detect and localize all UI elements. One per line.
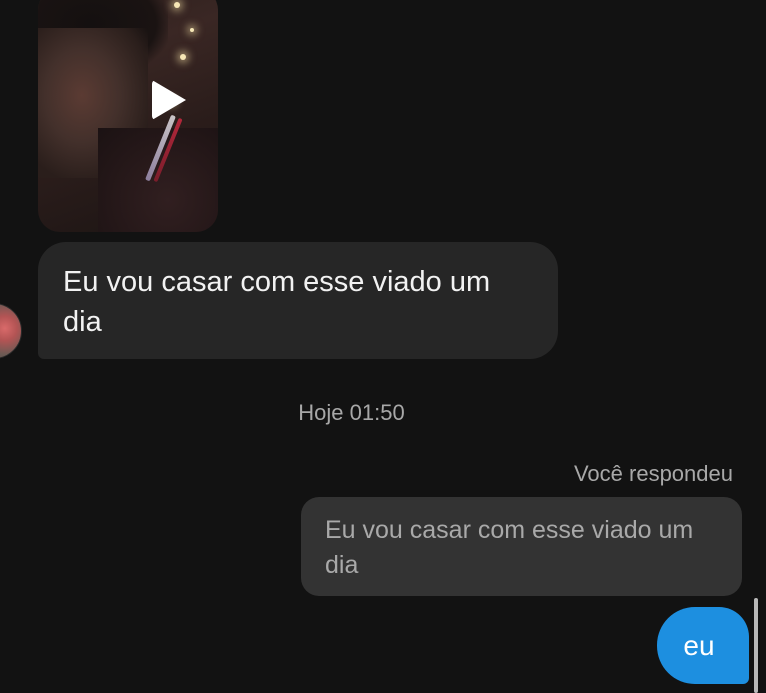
received-message-bubble[interactable]: Eu vou casar com esse viado um dia [38,242,558,359]
thumbnail-light [174,2,180,8]
message-timestamp: Hoje 01:50 [298,400,405,425]
received-message-text: Eu vou casar com esse viado um dia [63,266,491,338]
sent-message-bubble[interactable]: eu [657,607,749,684]
sent-message-text: eu [683,630,715,661]
quoted-message-bubble[interactable]: Eu vou casar com esse viado um dia [301,497,742,596]
thumbnail-light [180,54,186,60]
play-icon[interactable] [152,80,186,120]
replied-label: Você respondeu [573,461,733,486]
reply-indicator-bar [754,598,758,693]
chat-screen: Eu vou casar com esse viado um dia Hoje … [0,0,766,693]
thumbnail-light [190,28,194,32]
sender-avatar[interactable] [0,303,22,359]
quoted-message-text: Eu vou casar com esse viado um dia [325,516,694,579]
video-message-thumbnail[interactable] [38,0,218,232]
